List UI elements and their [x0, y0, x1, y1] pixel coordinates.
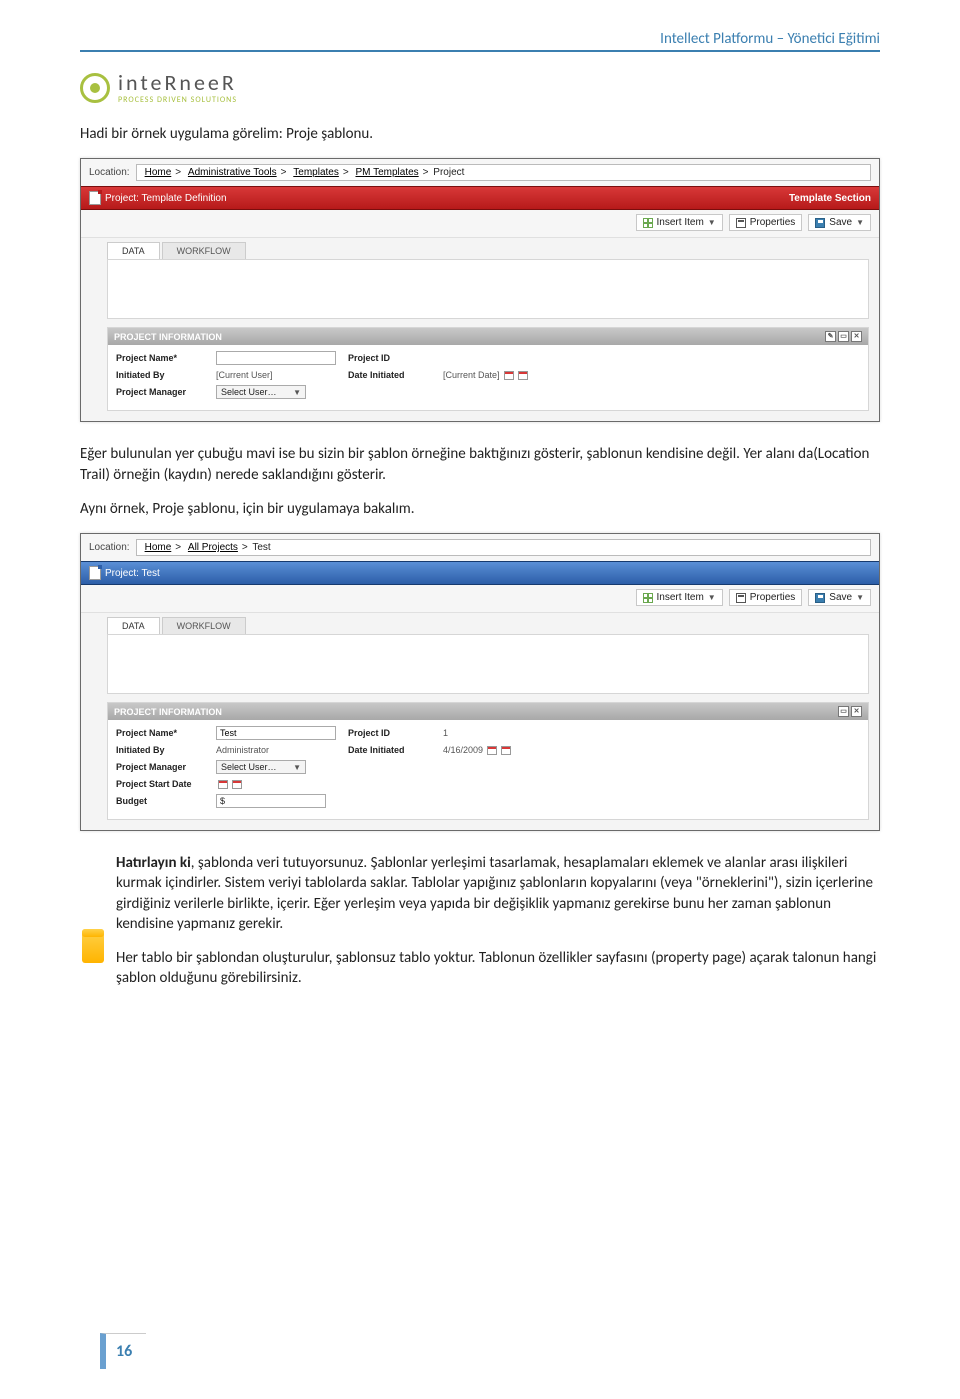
tab-panel — [107, 634, 869, 694]
initiated-by-label: Initiated By — [116, 370, 216, 380]
crumb-current: Test — [252, 542, 270, 553]
crumb-all-projects[interactable]: All Projects — [188, 542, 238, 553]
project-name-label: Project Name* — [116, 353, 216, 363]
caret-down-icon: ▼ — [708, 218, 716, 227]
doc-icon — [89, 191, 101, 205]
logo: inteRneeR PROCESS DRIVEN SOLUTIONS — [80, 66, 880, 104]
paragraph-2: Eğer bulunulan yer çubuğu mavi ise bu si… — [80, 444, 880, 485]
initiated-by-value: [Current User] — [216, 370, 273, 380]
paragraph-1: Hadi bir örnek uygulama görelim: Proje ş… — [80, 124, 880, 144]
bar-title-text: Project: Test — [105, 568, 160, 579]
project-id-label: Project ID — [348, 353, 443, 363]
project-name-input[interactable] — [216, 351, 336, 365]
tab-workflow[interactable]: WORKFLOW — [162, 617, 246, 634]
crumb-pm-templates[interactable]: PM Templates — [355, 167, 418, 178]
project-id-label: Project ID — [348, 728, 443, 738]
caret-down-icon: ▼ — [293, 388, 301, 397]
paragraph-3: Aynı örnek, Proje şablonu, için bir uygu… — [80, 499, 880, 519]
section-tool-close-icon[interactable]: ✕ — [851, 706, 862, 717]
date-initiated-label: Date Initiated — [348, 745, 443, 755]
location-label: Location: — [89, 542, 130, 553]
tab-data[interactable]: DATA — [107, 242, 160, 259]
date-initiated-label: Date Initiated — [348, 370, 443, 380]
title-bar: Project: Template Definition Template Se… — [81, 186, 879, 210]
plus-icon — [643, 218, 653, 228]
crumb-admin-tools[interactable]: Administrative Tools — [188, 167, 277, 178]
calendar-icon[interactable] — [504, 371, 514, 380]
project-manager-select[interactable]: Select User…▼ — [216, 385, 306, 399]
calendar-icon[interactable] — [487, 746, 497, 755]
insert-item-button[interactable]: Insert Item▼ — [636, 214, 723, 231]
save-icon — [815, 218, 825, 228]
crumb-current: Project — [433, 167, 464, 178]
tab-workflow[interactable]: WORKFLOW — [162, 242, 246, 259]
section-tool-maximize-icon[interactable]: ▭ — [838, 331, 849, 342]
project-id-value: 1 — [443, 728, 543, 738]
save-icon — [815, 593, 825, 603]
properties-icon — [736, 218, 746, 228]
location-trail[interactable]: Home> All Projects> Test — [136, 539, 871, 556]
date-initiated-value: 4/16/2009 — [443, 745, 483, 755]
properties-icon — [736, 593, 746, 603]
page-number: 16 — [100, 1333, 146, 1369]
initiated-by-value: Administrator — [216, 745, 269, 755]
note-paragraph-2: Her tablo bir şablondan oluşturulur, şab… — [116, 948, 880, 989]
caret-down-icon: ▼ — [856, 593, 864, 602]
project-start-date-label: Project Start Date — [116, 779, 216, 789]
tabs: DATA WORKFLOW — [81, 617, 879, 634]
tab-data[interactable]: DATA — [107, 617, 160, 634]
plus-icon — [643, 593, 653, 603]
budget-label: Budget — [116, 796, 216, 806]
date-initiated-value: [Current Date] — [443, 370, 500, 380]
section-tool-close-icon[interactable]: ✕ — [851, 331, 862, 342]
title-bar: Project: Test — [81, 561, 879, 585]
logo-tagline: PROCESS DRIVEN SOLUTIONS — [118, 96, 237, 104]
note-paragraph-1: Hatırlayın ki, şablonda veri tutuyorsunu… — [116, 853, 880, 934]
logo-name: inteRneeR — [118, 72, 237, 94]
tabs: DATA WORKFLOW — [81, 242, 879, 259]
tab-panel — [107, 259, 869, 319]
project-name-input[interactable] — [216, 726, 336, 740]
screenshot-project-instance: Location: Home> All Projects> Test Proje… — [80, 533, 880, 831]
calendar-clear-icon[interactable] — [232, 780, 242, 789]
template-section-label: Template Section — [789, 193, 871, 204]
section-title: PROJECT INFORMATION — [114, 332, 222, 342]
calendar-icon[interactable] — [218, 780, 228, 789]
toolbar: Insert Item▼ Properties Save▼ — [81, 210, 879, 238]
section-tool-edit-icon[interactable]: ✎ — [825, 331, 836, 342]
doc-icon — [89, 566, 101, 580]
properties-button[interactable]: Properties — [729, 589, 803, 606]
screenshot-template-definition: Location: Home> Administrative Tools> Te… — [80, 158, 880, 422]
logo-mark-icon — [80, 73, 110, 103]
section-title: PROJECT INFORMATION — [114, 707, 222, 717]
calendar-clear-icon[interactable] — [501, 746, 511, 755]
calendar-clear-icon[interactable] — [518, 371, 528, 380]
insert-item-button[interactable]: Insert Item▼ — [636, 589, 723, 606]
bar-title-text: Project: Template Definition — [105, 193, 227, 204]
project-manager-label: Project Manager — [116, 387, 216, 397]
doc-header: Intellect Platformu – Yönetici Eğitimi — [80, 30, 880, 52]
save-button[interactable]: Save▼ — [808, 589, 871, 606]
crumb-home[interactable]: Home — [145, 542, 172, 553]
budget-input[interactable]: $ — [216, 794, 326, 808]
caret-down-icon: ▼ — [293, 763, 301, 772]
project-manager-label: Project Manager — [116, 762, 216, 772]
initiated-by-label: Initiated By — [116, 745, 216, 755]
warning-exclaim-icon — [80, 925, 106, 963]
project-name-label: Project Name* — [116, 728, 216, 738]
crumb-templates[interactable]: Templates — [293, 167, 339, 178]
section-tool-maximize-icon[interactable]: ▭ — [838, 706, 849, 717]
toolbar: Insert Item▼ Properties Save▼ — [81, 585, 879, 613]
caret-down-icon: ▼ — [856, 218, 864, 227]
doc-header-title: Intellect Platformu – Yönetici Eğitimi — [660, 30, 880, 48]
location-label: Location: — [89, 167, 130, 178]
save-button[interactable]: Save▼ — [808, 214, 871, 231]
caret-down-icon: ▼ — [708, 593, 716, 602]
project-manager-select[interactable]: Select User…▼ — [216, 760, 306, 774]
crumb-home[interactable]: Home — [145, 167, 172, 178]
location-trail[interactable]: Home> Administrative Tools> Templates> P… — [136, 164, 871, 181]
properties-button[interactable]: Properties — [729, 214, 803, 231]
